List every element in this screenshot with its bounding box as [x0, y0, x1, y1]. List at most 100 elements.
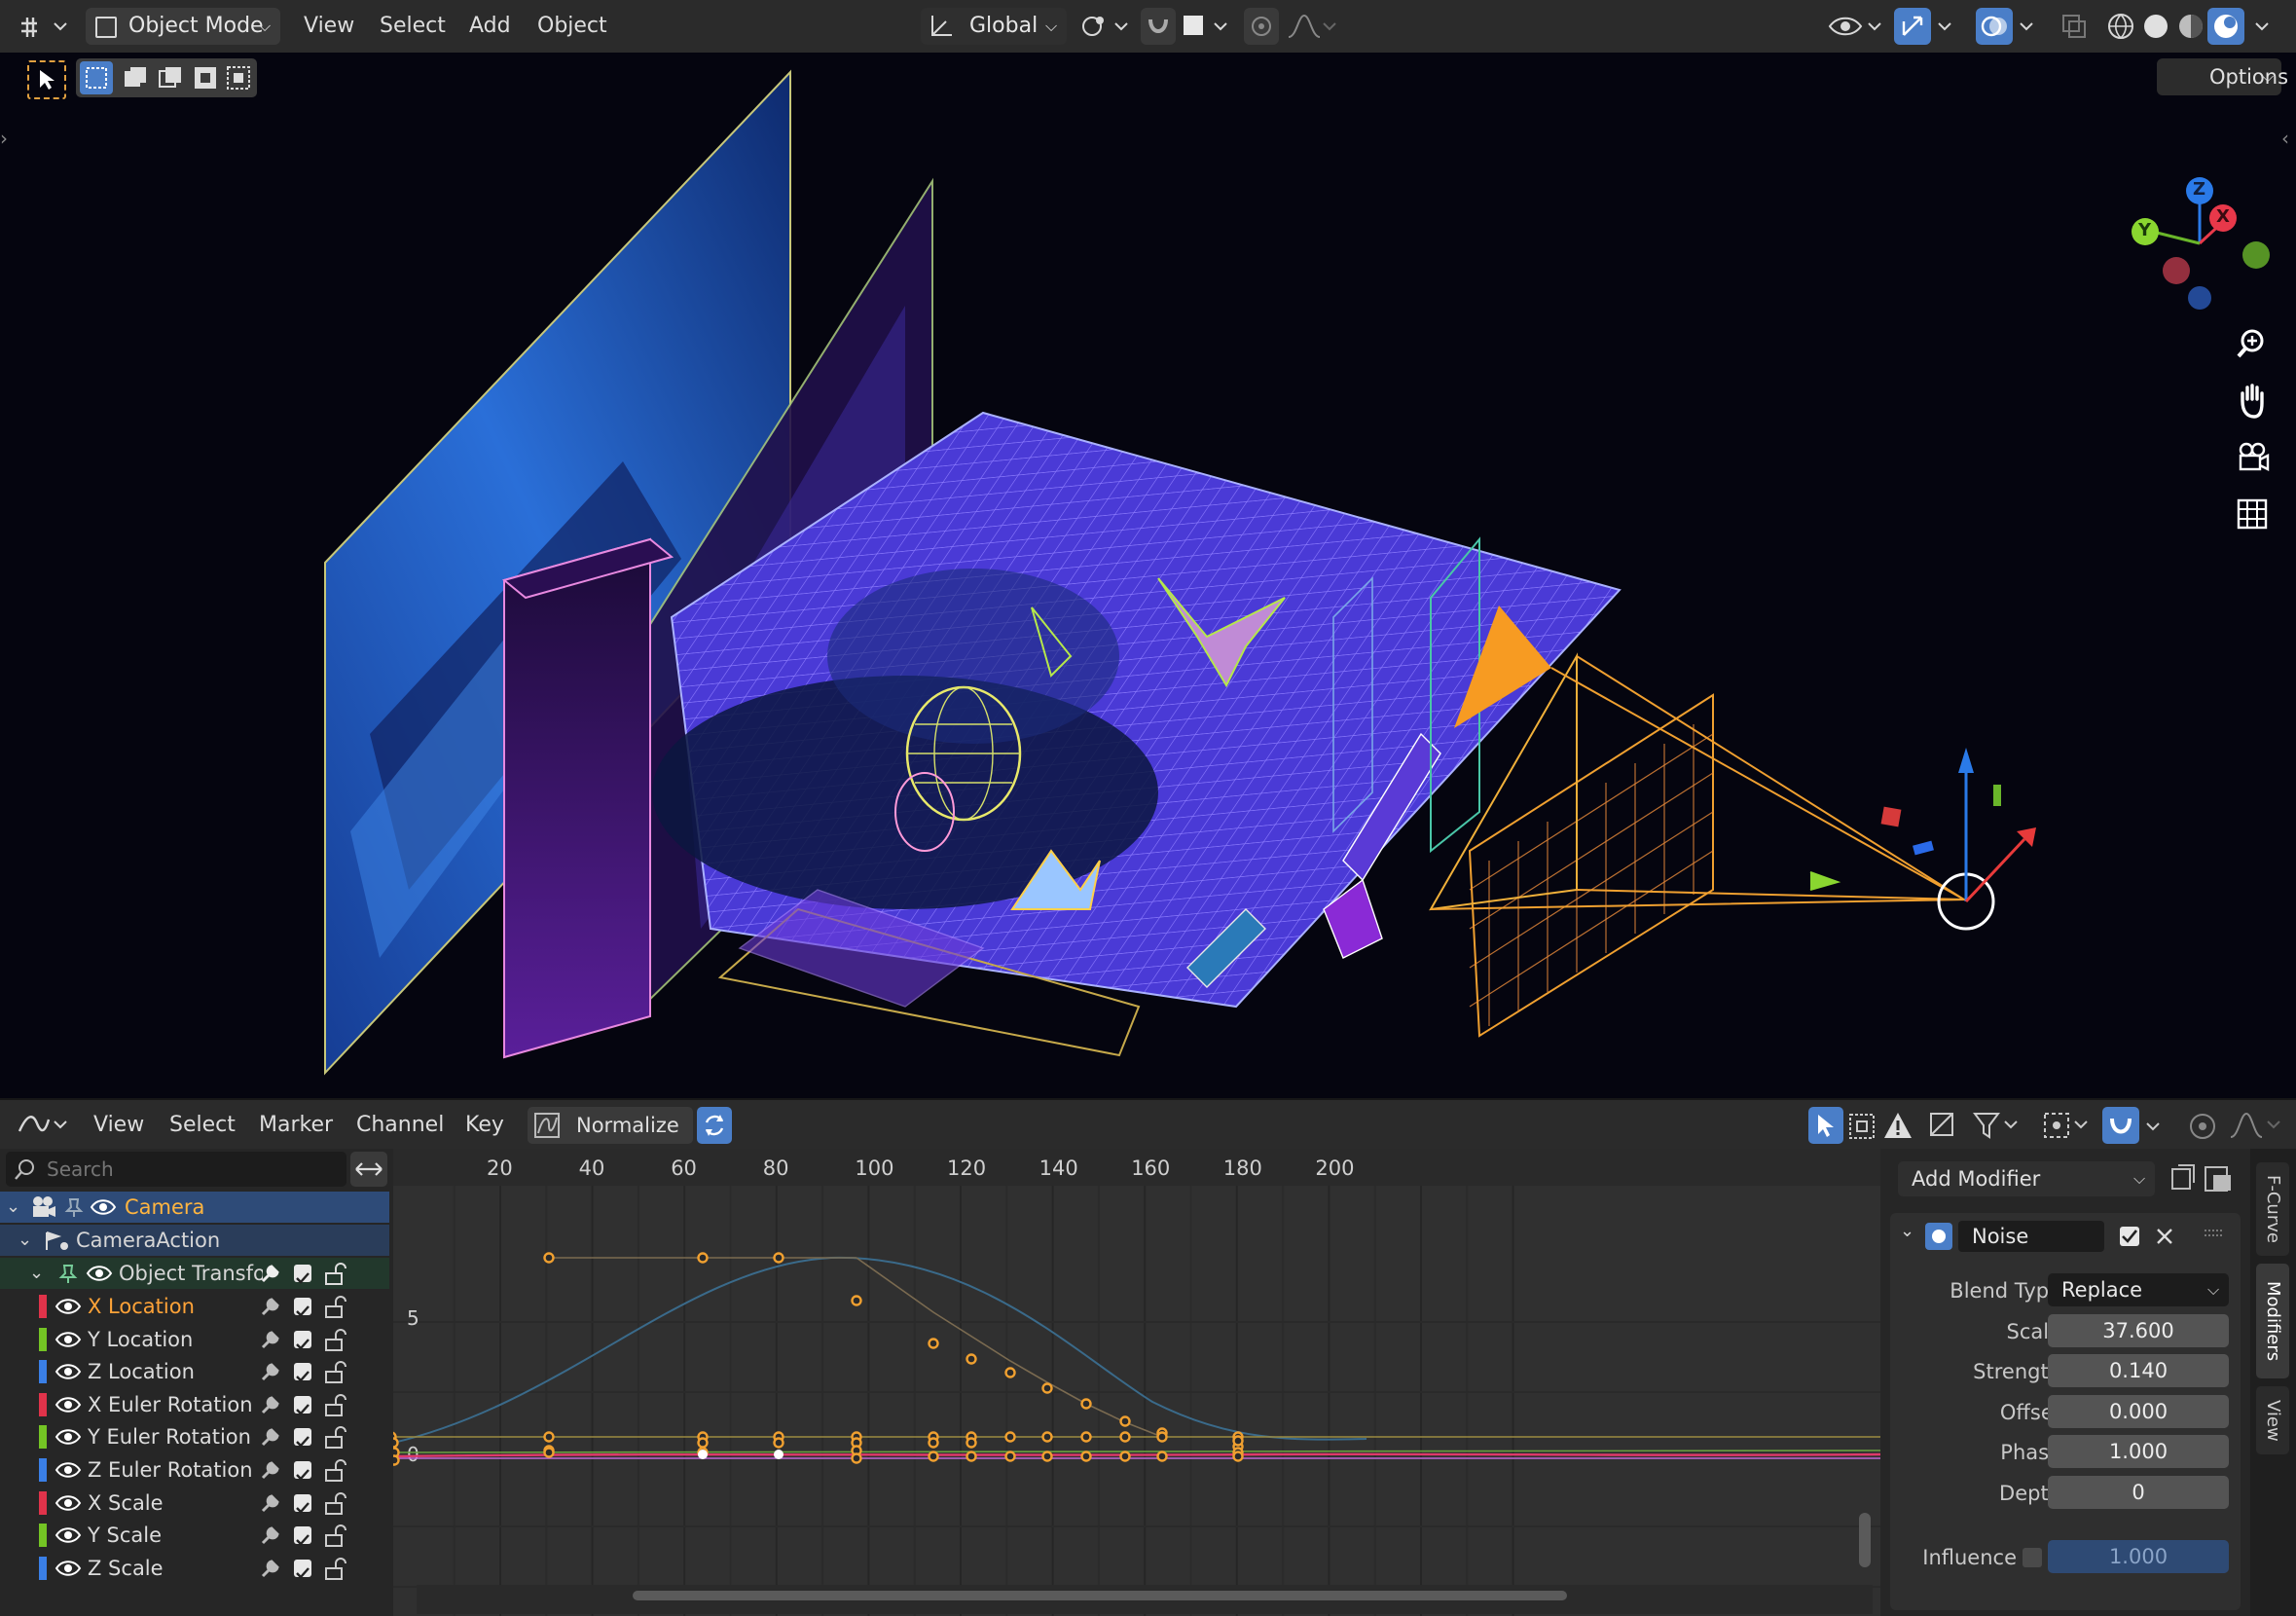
mode-dropdown[interactable]: Object Mode ⌵: [86, 8, 280, 45]
keyframe-point[interactable]: [1041, 1382, 1053, 1394]
channel-item[interactable]: Y Euler Rotation: [0, 1421, 389, 1453]
modifier-field-value[interactable]: 0.000: [2048, 1394, 2229, 1428]
normalize-auto-toggle[interactable]: [697, 1107, 732, 1144]
ge-proportional-icon[interactable]: [2186, 1110, 2219, 1143]
keyframe-point[interactable]: [393, 1437, 399, 1449]
keyframe-point[interactable]: [1080, 1398, 1092, 1410]
keyframe-point[interactable]: [393, 1454, 400, 1466]
chevron-down-icon[interactable]: ⌄: [1900, 1221, 1914, 1241]
channel-group[interactable]: ⌄ Object Transfo: [0, 1258, 389, 1289]
warning-icon[interactable]: [1882, 1110, 1913, 1141]
keyframe-point[interactable]: [1004, 1367, 1016, 1378]
blend-type-dropdown[interactable]: Replace ⌵: [2048, 1273, 2229, 1306]
keyframe-point[interactable]: [928, 1338, 939, 1349]
rendered-shading-toggle[interactable]: [2207, 8, 2244, 45]
only-selected-toggle[interactable]: [1808, 1107, 1843, 1144]
eye-icon[interactable]: [55, 1493, 82, 1513]
zoom-icon[interactable]: [2235, 325, 2270, 360]
eye-icon[interactable]: [55, 1297, 82, 1316]
show-hidden-icon[interactable]: [1847, 1112, 1878, 1141]
channel-enable-checkbox[interactable]: [294, 1330, 311, 1350]
unlocked-icon[interactable]: [323, 1263, 348, 1286]
channel-enable-checkbox[interactable]: [294, 1461, 311, 1481]
proportional-edit-toggle[interactable]: [1244, 8, 1279, 45]
ge-menu-key[interactable]: Key: [465, 1100, 504, 1151]
eye-icon[interactable]: [55, 1460, 82, 1480]
eye-icon[interactable]: [55, 1395, 82, 1414]
eye-icon[interactable]: [55, 1525, 82, 1545]
channel-enable-checkbox[interactable]: [294, 1395, 311, 1415]
transform-orientation-dropdown[interactable]: Global ⌵: [921, 8, 1067, 45]
group-enable-checkbox[interactable]: [294, 1265, 311, 1284]
wrench-icon[interactable]: [259, 1262, 282, 1285]
menu-select[interactable]: Select: [380, 0, 446, 53]
unlocked-icon[interactable]: [323, 1328, 348, 1352]
fcurve-graph[interactable]: 20 40 60 80 100 120 140 160 180 200 5 0: [393, 1149, 1880, 1616]
graph-editor-type-icon[interactable]: [16, 1110, 70, 1141]
graph-vscroll-thumb[interactable]: [1859, 1513, 1871, 1567]
keyframe-point[interactable]: [1080, 1451, 1092, 1462]
keyframe-point[interactable]: [1232, 1451, 1244, 1462]
wrench-icon[interactable]: [259, 1295, 282, 1318]
keyframe-point[interactable]: [851, 1295, 862, 1306]
pan-hand-icon[interactable]: [2235, 382, 2270, 419]
x-rotation-curve[interactable]: [393, 1452, 1880, 1458]
channel-enable-checkbox[interactable]: [294, 1363, 311, 1382]
ge-menu-channel[interactable]: Channel: [356, 1100, 444, 1151]
modifier-enable-checkbox[interactable]: [2120, 1227, 2139, 1246]
unlocked-icon[interactable]: [323, 1361, 348, 1384]
xray-toggle-icon[interactable]: [2059, 12, 2089, 41]
modifier-field-value[interactable]: 0: [2048, 1475, 2229, 1509]
ge-falloff-icon[interactable]: [2229, 1110, 2283, 1143]
wrench-icon[interactable]: [259, 1425, 282, 1449]
pin-icon[interactable]: [56, 1262, 80, 1285]
modifier-field-value[interactable]: 37.600: [2048, 1314, 2229, 1347]
left-panel-expand-arrow[interactable]: ›: [0, 127, 8, 150]
modifier-field-value[interactable]: 0.140: [2048, 1354, 2229, 1388]
channel-item[interactable]: Z Euler Rotation: [0, 1454, 389, 1486]
ortho-grid-icon[interactable]: [2235, 496, 2270, 532]
influence-field[interactable]: 1.000: [2048, 1540, 2229, 1573]
snap-target-icon[interactable]: [1182, 12, 1232, 41]
keyframe-point[interactable]: [1004, 1431, 1016, 1443]
overlay-toggle[interactable]: [1976, 8, 2013, 45]
channel-item[interactable]: Z Scale: [0, 1552, 389, 1584]
unlocked-icon[interactable]: [323, 1393, 348, 1417]
keyframe-point[interactable]: [966, 1437, 977, 1449]
eye-icon[interactable]: [86, 1264, 113, 1283]
channel-enable-checkbox[interactable]: [294, 1526, 311, 1546]
eye-icon[interactable]: [90, 1197, 117, 1217]
wrench-icon[interactable]: [259, 1360, 282, 1383]
keyframe-point[interactable]: [1119, 1451, 1131, 1462]
copy-modifiers-icon[interactable]: [2168, 1161, 2198, 1194]
keyframe-point[interactable]: [773, 1252, 784, 1264]
channel-item[interactable]: Z Location: [0, 1356, 389, 1388]
wrench-icon[interactable]: [259, 1328, 282, 1351]
keyframe-point[interactable]: [543, 1252, 555, 1264]
eye-icon[interactable]: [55, 1427, 82, 1447]
keyframe-point[interactable]: [928, 1451, 939, 1462]
keyframe-point[interactable]: [773, 1437, 784, 1449]
filter-icon[interactable]: [1972, 1110, 2021, 1141]
ge-snap-toggle[interactable]: [2102, 1107, 2139, 1144]
ge-menu-marker[interactable]: Marker: [259, 1100, 333, 1151]
keyframe-point[interactable]: [543, 1431, 555, 1443]
channel-enable-checkbox[interactable]: [294, 1559, 311, 1579]
channel-enable-checkbox[interactable]: [294, 1493, 311, 1514]
x-location-curve[interactable]: [393, 1256, 1367, 1444]
pin-icon[interactable]: [62, 1195, 86, 1219]
channel-item[interactable]: X Euler Rotation: [0, 1388, 389, 1420]
keyframe-point[interactable]: [1119, 1415, 1131, 1427]
influence-checkbox[interactable]: [2023, 1548, 2042, 1567]
paste-modifiers-icon[interactable]: [2202, 1161, 2235, 1194]
keyframe-point[interactable]: [851, 1452, 862, 1464]
tab-view[interactable]: View: [2256, 1386, 2289, 1454]
eye-icon[interactable]: [55, 1330, 82, 1349]
normalize-toggle[interactable]: Normalize: [528, 1107, 693, 1144]
ge-menu-select[interactable]: Select: [169, 1100, 236, 1151]
right-panel-expand-arrow[interactable]: ‹: [2281, 127, 2289, 150]
unlocked-icon[interactable]: [323, 1557, 348, 1581]
visibility-eye-icon[interactable]: [1828, 12, 1884, 41]
wrench-icon[interactable]: [259, 1458, 282, 1482]
menu-view[interactable]: View: [304, 0, 354, 53]
